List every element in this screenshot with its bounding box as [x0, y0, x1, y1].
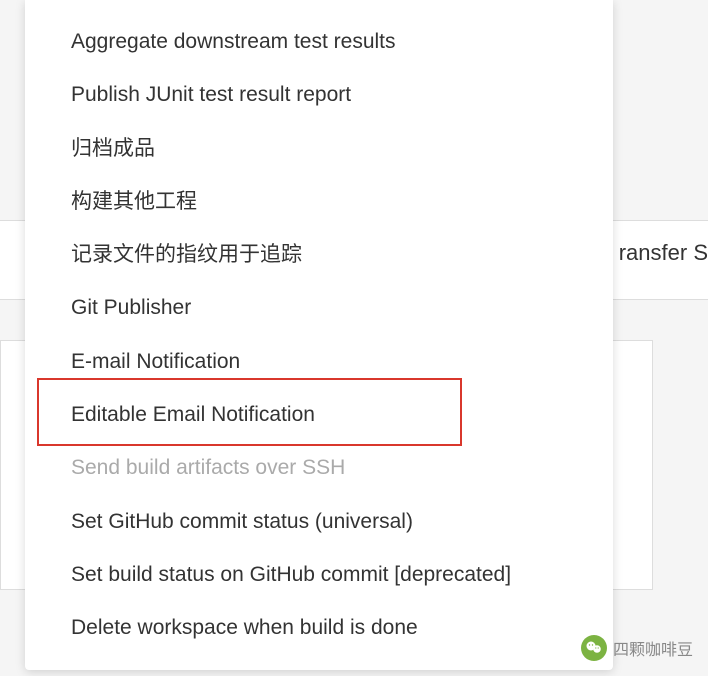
- post-build-action-menu: Aggregate downstream test results Publis…: [25, 0, 613, 670]
- background-partial-text: ransfer S: [619, 240, 708, 266]
- menu-item-email-notification[interactable]: E-mail Notification: [25, 335, 613, 388]
- menu-item-archive-artifacts[interactable]: 归档成品: [25, 122, 613, 175]
- watermark: 四颗咖啡豆: [581, 635, 693, 661]
- menu-item-send-artifacts-ssh[interactable]: Send build artifacts over SSH: [25, 441, 613, 494]
- menu-item-git-publisher[interactable]: Git Publisher: [25, 281, 613, 334]
- menu-item-github-build-status-deprecated[interactable]: Set build status on GitHub commit [depre…: [25, 548, 613, 601]
- menu-item-build-other-projects[interactable]: 构建其他工程: [25, 175, 613, 228]
- menu-item-aggregate-downstream[interactable]: Aggregate downstream test results: [25, 15, 613, 68]
- menu-item-publish-junit[interactable]: Publish JUnit test result report: [25, 68, 613, 121]
- menu-item-record-fingerprints[interactable]: 记录文件的指纹用于追踪: [25, 228, 613, 281]
- menu-item-github-commit-status[interactable]: Set GitHub commit status (universal): [25, 495, 613, 548]
- menu-item-delete-workspace[interactable]: Delete workspace when build is done: [25, 601, 613, 654]
- watermark-text: 四颗咖啡豆: [613, 636, 693, 660]
- menu-item-editable-email[interactable]: Editable Email Notification: [25, 388, 613, 441]
- wechat-icon: [581, 635, 607, 661]
